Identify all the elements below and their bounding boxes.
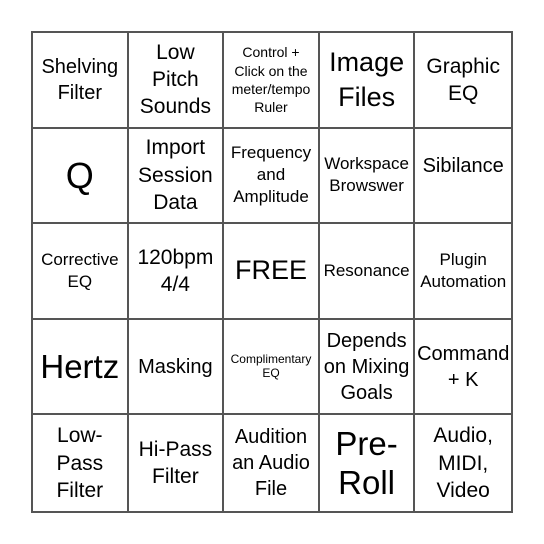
- cell-text: Frequency and Amplitude: [230, 143, 312, 207]
- bingo-cell[interactable]: Q: [33, 128, 129, 225]
- bingo-cell[interactable]: Sibilance: [415, 129, 511, 225]
- bingo-cell[interactable]: Import Session Data: [128, 128, 225, 225]
- free-space-cell[interactable]: FREE: [224, 224, 320, 320]
- cell-text: Hi-Pass Filter: [138, 437, 213, 489]
- cell-text: Workspace Browswer: [324, 154, 409, 196]
- bingo-cell[interactable]: Audition an Audio File: [224, 415, 320, 511]
- cell-text: Audition an Audio File: [232, 426, 310, 501]
- cell-text: Depends on Mixing Goals: [323, 329, 410, 404]
- bingo-cell[interactable]: Control + Click on the meter/tempo Ruler: [224, 33, 320, 129]
- bingo-cell[interactable]: Pre-Roll: [320, 415, 416, 511]
- cell-text: Low-Pass Filter: [56, 424, 104, 502]
- bingo-cell[interactable]: 120bpm 4/4: [128, 224, 225, 320]
- cell-text: Corrective EQ: [41, 249, 119, 291]
- cell-text: Shelving Filter: [41, 55, 119, 104]
- bingo-cell[interactable]: Depends on Mixing Goals: [319, 319, 416, 416]
- cell-text: Low Pitch Sounds: [139, 40, 211, 119]
- cell-text: Image Files: [329, 46, 405, 112]
- bingo-cell[interactable]: Low Pitch Sounds: [128, 33, 225, 129]
- cell-text: Masking: [138, 355, 213, 378]
- cell-text: Sibilance: [422, 154, 504, 177]
- cell-text: Plugin Automation: [420, 249, 507, 291]
- bingo-cell[interactable]: Hertz: [33, 319, 129, 416]
- cell-text: 120bpm 4/4: [137, 245, 214, 296]
- cell-text: Import Session Data: [138, 136, 213, 215]
- cell-text: Command + K: [417, 342, 510, 391]
- cell-text: Hertz: [40, 347, 120, 385]
- free-space-text: FREE: [234, 255, 307, 286]
- bingo-cell[interactable]: Corrective EQ: [33, 224, 129, 320]
- cell-text: Resonance: [323, 260, 410, 280]
- bingo-cell[interactable]: Workspace Browswer: [319, 128, 416, 225]
- bingo-cell[interactable]: Complimentary EQ: [224, 319, 320, 416]
- cell-text: Pre-Roll: [335, 424, 398, 502]
- bingo-cell[interactable]: Graphic EQ: [415, 33, 511, 129]
- bingo-cell[interactable]: Low-Pass Filter: [33, 415, 129, 511]
- bingo-cell[interactable]: Masking: [128, 319, 225, 416]
- bingo-cell[interactable]: Hi-Pass Filter: [129, 415, 225, 511]
- cell-text: Control + Click on the meter/tempo Ruler: [231, 44, 311, 115]
- bingo-cell[interactable]: Plugin Automation: [415, 224, 511, 320]
- cell-text: Q: [65, 154, 94, 196]
- bingo-cell[interactable]: Shelving Filter: [33, 33, 129, 129]
- bingo-cell[interactable]: Resonance: [319, 224, 416, 320]
- bingo-cell[interactable]: Image Files: [319, 33, 416, 129]
- cell-text: Audio, MIDI, Video: [433, 424, 493, 502]
- bingo-cell[interactable]: Audio, MIDI, Video: [415, 415, 511, 511]
- bingo-board: Shelving Filter Low Pitch Sounds Control…: [31, 31, 513, 513]
- cell-text: Complimentary EQ: [230, 351, 312, 380]
- cell-text: Graphic EQ: [426, 54, 500, 105]
- bingo-cell[interactable]: Command + K: [415, 320, 511, 416]
- bingo-cell[interactable]: Frequency and Amplitude: [224, 128, 320, 225]
